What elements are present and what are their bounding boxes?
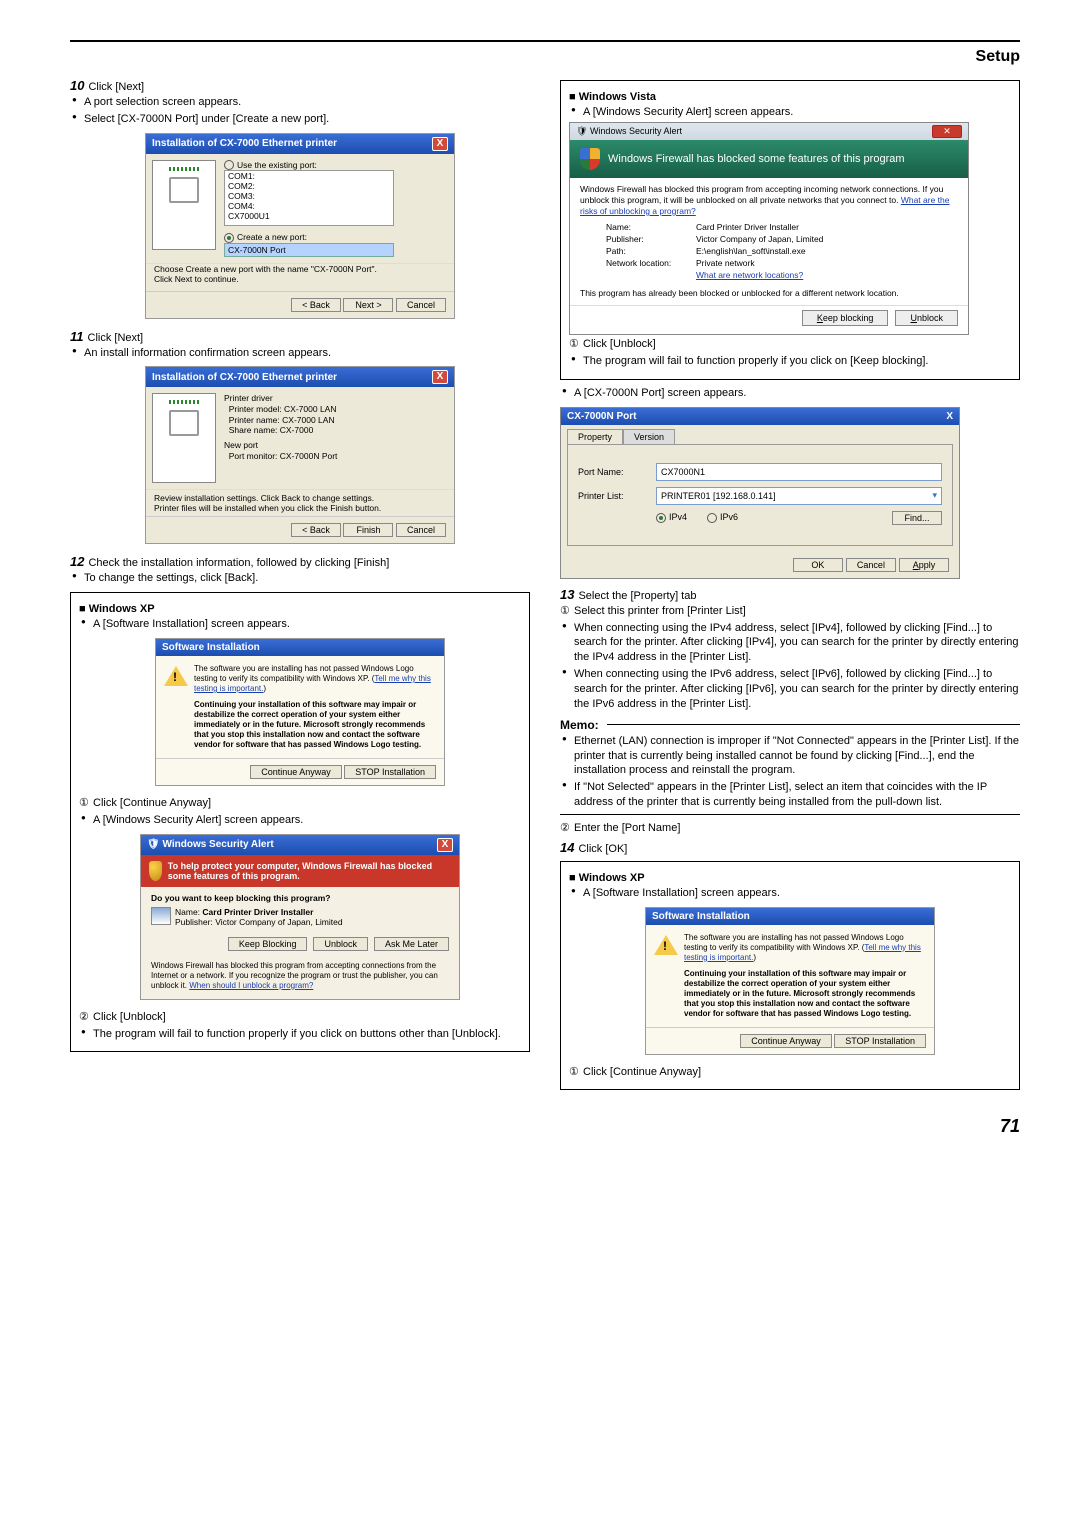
- dialog-title: Windows Security Alert: [590, 126, 682, 136]
- step-12: 12Check the installation information, fo…: [70, 554, 530, 569]
- unblock-button[interactable]: Unblock: [895, 310, 958, 326]
- port-selection-dialog: Installation of CX-7000 Ethernet printer…: [145, 133, 455, 319]
- cancel-button[interactable]: Cancel: [396, 298, 446, 312]
- warning-icon: [164, 666, 188, 686]
- ipv6-note: When connecting using the IPv6 address, …: [560, 667, 1020, 712]
- shield-icon: [580, 148, 600, 170]
- xp-substep-2: ②Click [Unblock]: [79, 1010, 521, 1025]
- ipv6-radio[interactable]: [707, 513, 717, 523]
- step-10: 10Click [Next]: [70, 78, 530, 93]
- use-existing-radio[interactable]: [224, 160, 234, 170]
- create-new-radio[interactable]: [224, 233, 234, 243]
- dialog-title: CX-7000N Port: [567, 411, 636, 422]
- step-11: 11Click [Next]: [70, 329, 530, 344]
- continue-anyway-button[interactable]: Continue Anyway: [250, 765, 342, 779]
- close-icon[interactable]: ✕: [932, 125, 962, 138]
- dialog-title: Software Installation: [652, 911, 750, 922]
- cancel-button[interactable]: Cancel: [846, 558, 896, 572]
- step-11-note: An install information confirmation scre…: [70, 346, 530, 361]
- vista-note-1: A [Windows Security Alert] screen appear…: [569, 105, 1011, 120]
- close-icon[interactable]: X: [437, 838, 453, 852]
- chevron-down-icon: ▾: [932, 490, 937, 501]
- close-icon[interactable]: X: [432, 137, 448, 151]
- step-12-note: To change the settings, click [Back].: [70, 571, 530, 586]
- review-note: Review installation settings. Click Back…: [146, 489, 454, 516]
- printer-preview-icon: [152, 393, 216, 483]
- keep-blocking-button[interactable]: Keep blocking: [802, 310, 889, 326]
- xp2-note: A [Software Installation] screen appears…: [569, 886, 1011, 901]
- tab-version[interactable]: Version: [623, 429, 675, 444]
- dialog-title: Windows Security Alert: [162, 839, 273, 850]
- new-port-field[interactable]: CX-7000N Port: [224, 243, 394, 257]
- port-name-input[interactable]: CX7000N1: [656, 463, 942, 481]
- security-alert-vista-dialog: 🛡 Windows Security Alert✕ Windows Firewa…: [569, 122, 969, 335]
- printer-list-select[interactable]: PRINTER01 [192.168.0.141]▾: [656, 487, 942, 505]
- cx-port-note: A [CX-7000N Port] screen appears.: [560, 386, 1020, 401]
- dialog-title: Installation of CX-7000 Ethernet printer: [152, 372, 337, 383]
- back-button[interactable]: < Back: [291, 523, 341, 537]
- ipv4-radio[interactable]: [656, 513, 666, 523]
- shield-icon: [149, 861, 162, 881]
- xp-substep-1: ①Click [Continue Anyway]: [79, 796, 521, 811]
- memo-heading: Memo:: [560, 718, 1020, 732]
- keep-blocking-button[interactable]: Keep Blocking: [228, 937, 308, 951]
- xp2-substep-1: ①Click [Continue Anyway]: [569, 1065, 1011, 1080]
- back-button[interactable]: < Back: [291, 298, 341, 312]
- software-installation-dialog: Software Installation The software you a…: [155, 638, 445, 786]
- xp-heading: Windows XP: [79, 603, 521, 615]
- app-icon: [151, 907, 171, 925]
- step-10-note-2: Select [CX-7000N Port] under [Create a n…: [70, 112, 530, 127]
- xp2-heading: Windows XP: [569, 872, 1011, 884]
- app-icon: [580, 221, 600, 282]
- close-icon[interactable]: X: [432, 370, 448, 384]
- install-confirm-dialog: Installation of CX-7000 Ethernet printer…: [145, 366, 455, 544]
- vista-substep-1: ①Click [Unblock]: [569, 337, 1011, 352]
- tab-property[interactable]: Property: [567, 429, 623, 444]
- vista-note-2: The program will fail to function proper…: [569, 354, 1011, 369]
- continue-anyway-button[interactable]: Continue Anyway: [740, 1034, 832, 1048]
- apply-button[interactable]: Apply: [899, 558, 949, 572]
- existing-port-list[interactable]: COM1: COM2: COM3: COM4: CX7000U1: [224, 170, 394, 226]
- vista-heading: Windows Vista: [569, 91, 1011, 103]
- network-locations-link[interactable]: What are network locations?: [696, 270, 803, 281]
- dialog-instruction: Choose Create a new port with the name "…: [146, 263, 454, 290]
- xp-note-2: A [Windows Security Alert] screen appear…: [79, 813, 521, 828]
- cx7000n-port-dialog: CX-7000N PortX Property Version Port Nam…: [560, 407, 960, 579]
- close-icon[interactable]: X: [946, 411, 953, 422]
- unblock-button[interactable]: Unblock: [313, 937, 368, 951]
- find-button[interactable]: Find...: [892, 511, 942, 525]
- page-header: Setup: [70, 48, 1020, 66]
- ipv4-note: When connecting using the IPv4 address, …: [560, 621, 1020, 666]
- dialog-title: Software Installation: [162, 642, 260, 653]
- step-10-note-1: A port selection screen appears.: [70, 95, 530, 110]
- xp-note-3: The program will fail to function proper…: [79, 1027, 521, 1042]
- page-number: 71: [70, 1116, 1020, 1137]
- xp-note: A [Software Installation] screen appears…: [79, 617, 521, 632]
- printer-preview-icon: [152, 160, 216, 250]
- security-alert-xp-dialog: 🛡 Windows Security AlertX To help protec…: [140, 834, 460, 1000]
- ask-later-button[interactable]: Ask Me Later: [374, 937, 449, 951]
- step-13: 13Select the [Property] tab: [560, 587, 1020, 602]
- cancel-button[interactable]: Cancel: [396, 523, 446, 537]
- stop-installation-button[interactable]: STOP Installation: [834, 1034, 926, 1048]
- windows-vista-box: Windows Vista A [Windows Security Alert]…: [560, 80, 1020, 380]
- ok-button[interactable]: OK: [793, 558, 843, 572]
- stop-installation-button[interactable]: STOP Installation: [344, 765, 436, 779]
- windows-xp-box: Windows XP A [Software Installation] scr…: [70, 592, 530, 1052]
- windows-xp-box-2: Windows XP A [Software Installation] scr…: [560, 861, 1020, 1091]
- step-14: 14Click [OK]: [560, 840, 1020, 855]
- memo-2: If "Not Selected" appears in the [Printe…: [560, 780, 1020, 810]
- finish-button[interactable]: Finish: [343, 523, 393, 537]
- step-13-sub-2: ②Enter the [Port Name]: [560, 821, 1020, 836]
- dialog-title: Installation of CX-7000 Ethernet printer: [152, 138, 337, 149]
- memo-1: Ethernet (LAN) connection is improper if…: [560, 734, 1020, 779]
- next-button[interactable]: Next >: [343, 298, 393, 312]
- warning-icon: [654, 935, 678, 955]
- software-installation-dialog-2: Software Installation The software you a…: [645, 907, 935, 1055]
- step-13-sub-1: ①Select this printer from [Printer List]: [560, 604, 1020, 619]
- when-unblock-link[interactable]: When should I unblock a program?: [189, 981, 313, 990]
